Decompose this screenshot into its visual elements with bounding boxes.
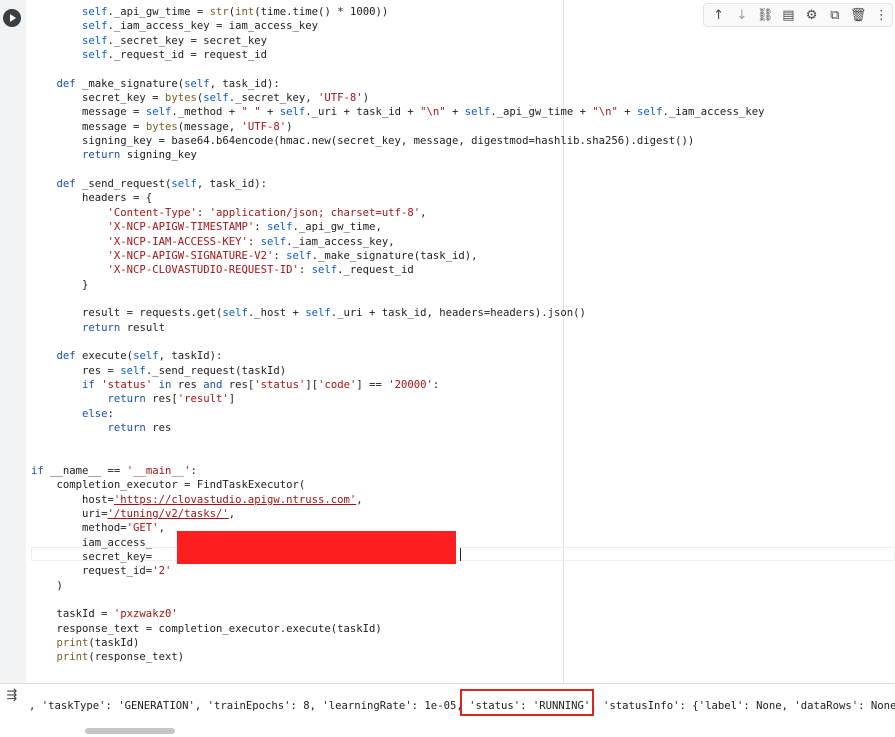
- code-line: secret_key = bytes(self._secret_key, 'UT…: [31, 92, 370, 105]
- code-line: self._api_gw_time = str(int(time.time() …: [82, 6, 389, 18]
- comment-icon[interactable]: ▤: [778, 4, 799, 26]
- code-line: self._iam_access_key = iam_access_key: [82, 20, 319, 33]
- code-line: return res['result']: [107, 393, 236, 406]
- code-line: uri='/tuning/v2/tasks/',: [31, 508, 236, 521]
- code-line: if 'status' in res and res['status']['co…: [82, 378, 440, 391]
- code-line: self._secret_key = secret_key: [82, 34, 267, 47]
- mirror-cell-icon[interactable]: ⧉: [824, 4, 845, 26]
- code-line: print(response_text): [56, 651, 185, 664]
- code-line: ): [31, 579, 63, 592]
- code-line: headers = {: [31, 192, 153, 205]
- scrollbar-thumb[interactable]: [85, 728, 175, 734]
- code-line: 'Content-Type': 'application/json; chars…: [107, 206, 427, 219]
- more-icon[interactable]: ⋮: [871, 4, 892, 26]
- code-text[interactable]: self._api_gw_time = str(int(time.time() …: [31, 5, 765, 665]
- code-line: return res: [107, 421, 172, 434]
- code-line: def _make_signature(self, task_id):: [56, 77, 280, 90]
- code-line: message = bytes(message, 'UTF-8'): [31, 120, 293, 133]
- code-line: 'X-NCP-APIGW-TIMESTAMP': self._api_gw_ti…: [107, 221, 382, 234]
- code-line: response_text = completion_executor.exec…: [31, 622, 382, 635]
- code-line: if __name__ == '__main__':: [31, 465, 197, 477]
- code-line: request_id='2': [31, 565, 172, 578]
- code-line: message = self._method + " " + self._uri…: [31, 106, 765, 119]
- code-line: self._request_id = request_id: [82, 49, 267, 62]
- code-editor[interactable]: self._api_gw_time = str(int(time.time() …: [26, 0, 895, 683]
- code-line: print(taskId): [56, 637, 140, 650]
- delete-icon[interactable]: 🗑: [848, 4, 869, 26]
- code-line: host='https://clovastudio.apigw.ntruss.c…: [31, 493, 363, 506]
- code-line: result = requests.get(self._host + self.…: [31, 307, 586, 320]
- code-line: 'X-NCP-CLOVASTUDIO-REQUEST-ID': self._re…: [107, 264, 414, 277]
- output-divider: [0, 683, 895, 684]
- text-cursor: [460, 548, 461, 561]
- code-line: }: [31, 278, 89, 291]
- code-line: return signing_key: [82, 149, 197, 162]
- code-line: 'X-NCP-APIGW-SIGNATURE-V2': self._make_s…: [107, 249, 478, 262]
- code-line: signing_key = base64.b64encode(hmac.new(…: [31, 135, 695, 148]
- move-down-icon[interactable]: ↓: [731, 4, 752, 26]
- code-line: taskId = 'pxzwakz0': [31, 608, 178, 621]
- link-icon[interactable]: ⛓: [755, 4, 776, 26]
- run-cell-button[interactable]: [3, 9, 21, 27]
- cell-toolbar: ↑ ↓ ⛓ ▤ ⚙ ⧉ 🗑 ⋮: [703, 3, 893, 27]
- code-line: 'X-NCP-IAM-ACCESS-KEY': self._iam_access…: [107, 235, 395, 248]
- output-options-icon[interactable]: ⇶: [4, 688, 20, 704]
- code-line: res = self._send_request(taskId): [31, 364, 287, 377]
- code-line: else:: [82, 407, 114, 420]
- code-line: completion_executor = FindTaskExecutor(: [31, 479, 306, 492]
- code-line: def execute(self, taskId):: [56, 350, 223, 363]
- gear-icon[interactable]: ⚙: [801, 4, 822, 26]
- redaction-block: [177, 531, 456, 564]
- cell-gutter: [0, 0, 26, 683]
- code-line: return result: [82, 321, 165, 334]
- status-highlight-box: [460, 689, 594, 716]
- move-up-icon[interactable]: ↑: [708, 4, 729, 26]
- code-line: def _send_request(self, task_id):: [56, 178, 268, 191]
